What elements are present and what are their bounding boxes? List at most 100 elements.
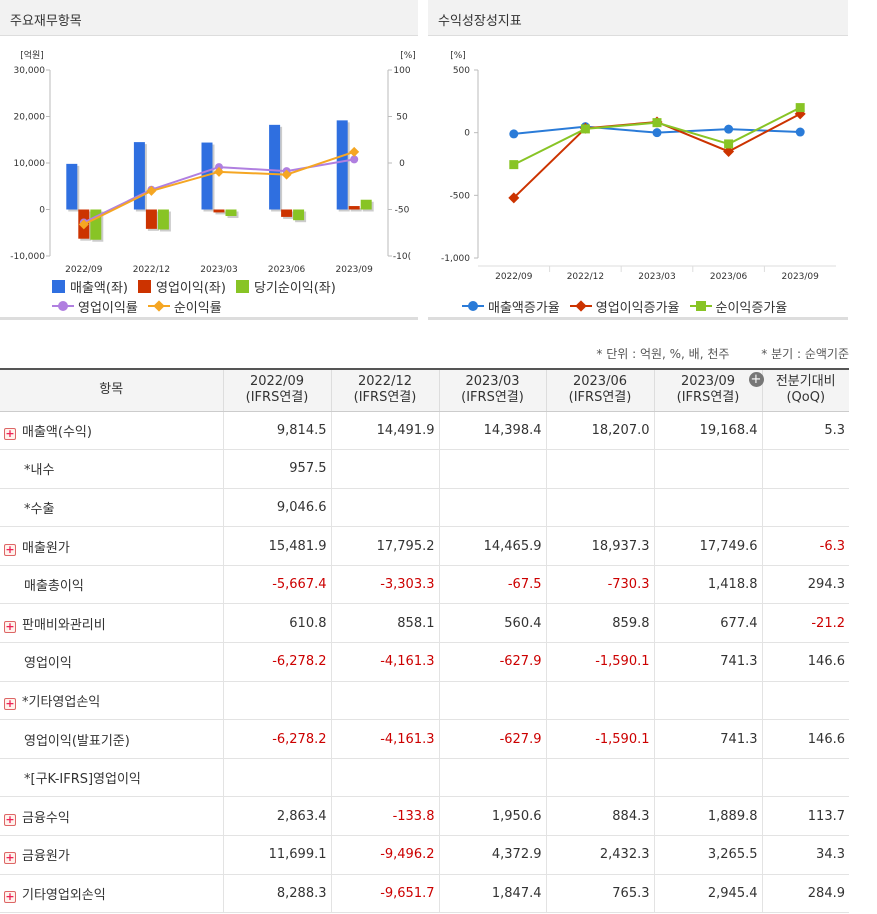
legend-swatch xyxy=(462,300,484,312)
expand-icon[interactable]: + xyxy=(4,543,16,556)
table-cell xyxy=(330,449,439,489)
x-tick-label: 2023/09 xyxy=(782,272,820,282)
legend-label: 순이익증가율 xyxy=(715,300,788,316)
y-tick-label: -500 xyxy=(450,191,471,201)
expand-icon[interactable]: + xyxy=(4,620,16,633)
table-cell: -21.2 xyxy=(761,603,849,644)
row-label[interactable]: + 매출원가 xyxy=(0,526,223,566)
table-cell: 1,889.8 xyxy=(653,796,762,837)
table-cell: -1,590.1 xyxy=(545,642,654,682)
table-cell xyxy=(653,681,762,721)
table-row: + *기타영업손익 xyxy=(0,681,849,721)
bar-1 xyxy=(269,124,281,210)
table-cell xyxy=(438,488,546,528)
row-label[interactable]: + 판매비와관리비 xyxy=(0,603,223,644)
left-tick-label: -10,000 xyxy=(10,252,45,262)
expand-icon[interactable]: + xyxy=(4,427,16,440)
table-cell: 294.3 xyxy=(761,565,849,605)
x-tick-label: 2023/03 xyxy=(200,265,237,275)
row-label-text: 판매비와관리비 xyxy=(22,617,106,633)
line-point xyxy=(146,185,157,196)
line-point xyxy=(509,160,519,170)
x-tick-label: 2022/09 xyxy=(495,272,533,282)
header-item: 항목 xyxy=(0,368,223,412)
table-cell xyxy=(545,449,654,489)
row-label-text: 매출총이익 xyxy=(24,579,84,595)
table-cell: 3,265.5 xyxy=(653,835,762,875)
y-tick-label: 0 xyxy=(464,129,470,139)
bar-3 xyxy=(360,199,372,210)
table-cell xyxy=(653,488,762,528)
bar-2 xyxy=(348,206,360,210)
table-cell: 560.4 xyxy=(438,603,546,644)
legend-item: 매출액증가율 xyxy=(462,297,560,316)
table-header-row: 항목 2022/09 (IFRS연결) 2022/12 (IFRS연결) 2023/03(… xyxy=(0,368,849,412)
table-cell xyxy=(545,488,654,528)
table-cell: -5,667.4 xyxy=(222,565,331,605)
table-cell: -730.3 xyxy=(545,565,654,605)
table-cell: -4,161.3 xyxy=(330,719,439,759)
table-cell: 741.3 xyxy=(653,719,762,759)
row-label-text: 매출액(수익) xyxy=(22,424,92,440)
legend-item: 영업이익(좌) xyxy=(137,277,226,296)
row-label[interactable]: + *기타영업손익 xyxy=(0,681,223,721)
table-cell xyxy=(330,488,439,528)
table-row: + 판매비와관리비 610.8 858.1 560.4 859.8 677.4 -21.2 xyxy=(0,603,849,644)
x-tick-label: 2022/09 xyxy=(65,265,103,275)
row-label[interactable]: + 금융수익 xyxy=(0,796,223,837)
table-cell: 113.7 xyxy=(761,796,849,837)
financial-items-chart: [억원] [%] 30,000 20,000 10,000 0 -10,000 100 50 0 -… xyxy=(10,49,416,275)
table-cell xyxy=(761,488,849,528)
expand-icon[interactable]: + xyxy=(4,813,16,826)
bar-1 xyxy=(336,120,348,210)
table-row: 매출총이익 -5,667.4 -3,303.3 -67.5 -730.3 1,418.8 2… xyxy=(0,565,849,605)
row-label-text: *[구K-IFRS]영업이익 xyxy=(24,772,141,788)
table-row: + 매출액(수익) 9,814.5 14,491.9 14,398.4 18,207.0 1… xyxy=(0,411,849,451)
legend-swatch xyxy=(235,279,249,293)
expand-icon[interactable]: + xyxy=(4,697,16,710)
table-row: 영업이익 -6,278.2 -4,161.3 -627.9 -1,590.1 741.3 1… xyxy=(0,642,849,682)
financial-items-legend: 매출액(좌) 영업이익(좌) 당기순이익(좌) 영업이익률 순이익률 xyxy=(52,276,346,316)
table-cell xyxy=(222,758,331,798)
table-cell: 859.8 xyxy=(545,603,654,644)
expand-icon[interactable]: + xyxy=(4,852,16,865)
legend-item: 영업이익률 xyxy=(52,297,138,316)
right-tick-label: 50 xyxy=(396,113,408,123)
profitability-growth-legend: 매출액증가율 영업이익증가율 순이익증가율 xyxy=(462,296,797,316)
header-period: 2023/09 (IFRS연결) + xyxy=(653,368,764,412)
table-cell: 677.4 xyxy=(653,603,762,644)
financial-table: 항목 2022/09 (IFRS연결) 2022/12 (IFRS연결) 2023/03(… xyxy=(0,368,849,914)
left-axis-unit: [억원] xyxy=(20,49,44,61)
row-label: 영업이익(발표기준) xyxy=(0,719,223,759)
right-tick-label: 0 xyxy=(399,159,405,169)
right-tick-label: -10( xyxy=(393,252,411,262)
expand-icon[interactable]: + xyxy=(4,890,16,903)
table-cell: 2,945.4 xyxy=(653,874,762,914)
table-cell: -9,651.7 xyxy=(330,874,439,914)
table-cell xyxy=(761,681,849,721)
row-label[interactable]: + 금융원가 xyxy=(0,835,223,875)
row-label[interactable]: + 매출액(수익) xyxy=(0,411,223,451)
legend-item: 순이익증가율 xyxy=(689,297,788,316)
line-point xyxy=(652,128,662,138)
line-point xyxy=(724,139,734,149)
table-cell: 17,749.6 xyxy=(653,526,762,566)
line-point xyxy=(349,146,360,157)
table-cell: 858.1 xyxy=(330,603,439,644)
legend-swatch xyxy=(137,279,151,293)
profitability-growth-title: 수익성장성지표 xyxy=(428,0,848,36)
left-tick-label: 10,000 xyxy=(14,159,46,169)
profitability-growth-panel: 수익성장성지표 [%] 500 0 -500 -1,000 2022/09 2022/12 2… xyxy=(428,0,848,320)
unit-note: * 단위 : 억원, %, 배, 천주 xyxy=(596,347,730,361)
add-column-icon[interactable]: + xyxy=(748,372,764,387)
legend-label: 영업이익률 xyxy=(78,300,138,316)
table-cell: 9,046.6 xyxy=(222,488,331,528)
table-cell: -627.9 xyxy=(438,719,546,759)
table-cell: 884.3 xyxy=(545,796,654,837)
table-cell: 17,795.2 xyxy=(330,526,439,566)
row-label[interactable]: + 기타영업외손익 xyxy=(0,874,223,914)
table-cell xyxy=(653,449,762,489)
legend-swatch xyxy=(689,300,712,312)
table-cell xyxy=(653,758,762,798)
table-cell: 5.3 xyxy=(761,411,849,451)
